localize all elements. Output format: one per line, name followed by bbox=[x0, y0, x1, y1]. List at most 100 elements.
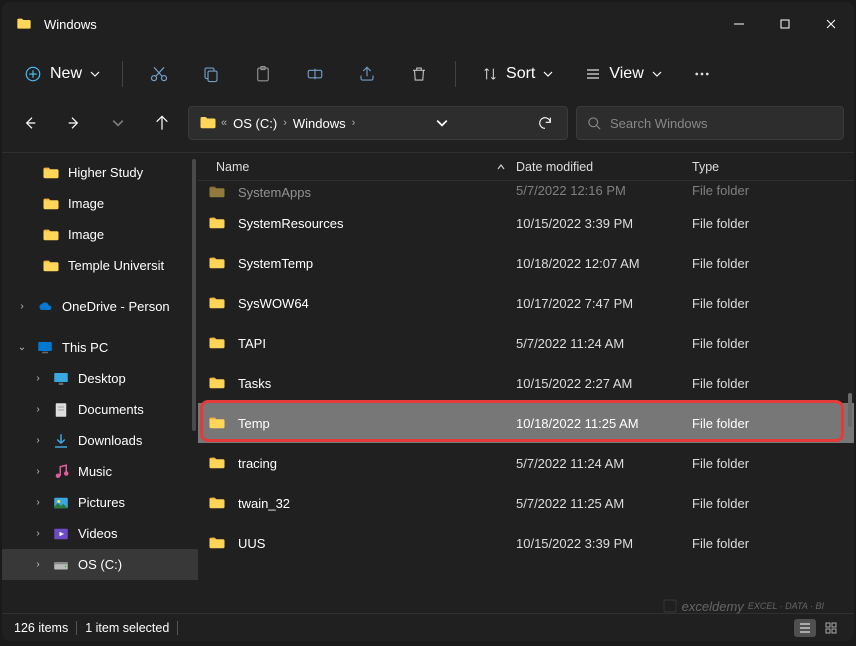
crumb-os[interactable]: OS (C:) bbox=[227, 116, 283, 131]
more-button[interactable] bbox=[682, 54, 722, 94]
chevron-right-icon: › bbox=[16, 301, 28, 312]
sidebar-item-label: OS (C:) bbox=[78, 557, 122, 572]
rename-icon bbox=[306, 65, 324, 83]
search-input[interactable] bbox=[610, 116, 833, 131]
file-list: SystemApps 5/7/2022 12:16 PM File folder… bbox=[198, 181, 854, 613]
rename-button[interactable] bbox=[295, 54, 335, 94]
details-view-button[interactable] bbox=[794, 619, 816, 637]
file-name: UUS bbox=[238, 536, 265, 551]
close-button[interactable] bbox=[808, 2, 854, 46]
new-button[interactable]: New bbox=[12, 59, 112, 89]
folder-icon bbox=[208, 494, 226, 512]
file-row[interactable]: SystemApps 5/7/2022 12:16 PM File folder bbox=[198, 181, 854, 203]
view-label: View bbox=[609, 65, 643, 83]
file-type: File folder bbox=[692, 416, 854, 431]
file-name: tracing bbox=[238, 456, 277, 471]
file-type: File folder bbox=[692, 296, 854, 311]
sidebar-item-label: Videos bbox=[78, 526, 118, 541]
chevron-right-icon: › bbox=[283, 117, 287, 129]
sidebar-thispc-child[interactable]: ›Desktop bbox=[2, 363, 198, 394]
file-row[interactable]: tracing 5/7/2022 11:24 AM File folder bbox=[198, 443, 854, 483]
chevron-down-icon bbox=[543, 69, 553, 79]
file-type: File folder bbox=[692, 256, 854, 271]
paste-button[interactable] bbox=[243, 54, 283, 94]
folder-icon bbox=[42, 257, 60, 275]
folder-icon bbox=[208, 454, 226, 472]
folder-icon bbox=[16, 16, 32, 32]
sidebar-thispc-child[interactable]: ›Videos bbox=[2, 518, 198, 549]
ellipsis-icon bbox=[693, 65, 711, 83]
sidebar-thispc-child[interactable]: ›Pictures bbox=[2, 487, 198, 518]
minimize-button[interactable] bbox=[716, 2, 762, 46]
sidebar-thispc-child[interactable]: ›Documents bbox=[2, 394, 198, 425]
copy-icon bbox=[202, 65, 220, 83]
file-date: 10/15/2022 3:39 PM bbox=[516, 216, 692, 231]
separator bbox=[76, 621, 77, 635]
sidebar-quick-item[interactable]: Higher Study bbox=[2, 157, 198, 188]
sidebar-thispc[interactable]: ⌄This PC bbox=[2, 332, 198, 363]
sort-icon bbox=[482, 66, 498, 82]
file-name: SystemApps bbox=[238, 185, 311, 200]
history-dropdown[interactable] bbox=[426, 117, 458, 129]
sort-button[interactable]: Sort bbox=[472, 59, 563, 89]
folder-icon bbox=[208, 334, 226, 352]
file-row[interactable]: TAPI 5/7/2022 11:24 AM File folder bbox=[198, 323, 854, 363]
sidebar-item-label: This PC bbox=[62, 340, 108, 355]
folder-icon bbox=[42, 226, 60, 244]
refresh-button[interactable] bbox=[529, 115, 561, 131]
sidebar-quick-item[interactable]: Temple Universit bbox=[2, 250, 198, 281]
cut-button[interactable] bbox=[139, 54, 179, 94]
trash-icon bbox=[410, 65, 428, 83]
sidebar-thispc-child[interactable]: ›OS (C:) bbox=[2, 549, 198, 580]
folder-icon bbox=[42, 195, 60, 213]
search-icon bbox=[587, 116, 602, 131]
file-row[interactable]: SysWOW64 10/17/2022 7:47 PM File folder bbox=[198, 283, 854, 323]
window-title: Windows bbox=[44, 17, 716, 32]
sidebar-quick-item[interactable]: Image bbox=[2, 188, 198, 219]
scrollbar[interactable] bbox=[192, 159, 196, 431]
crumb-windows[interactable]: Windows bbox=[287, 116, 352, 131]
sidebar-onedrive[interactable]: ›OneDrive - Person bbox=[2, 291, 198, 322]
file-date: 5/7/2022 12:16 PM bbox=[516, 181, 692, 198]
icons-view-button[interactable] bbox=[820, 619, 842, 637]
sidebar-thispc-child[interactable]: ›Music bbox=[2, 456, 198, 487]
sidebar: Higher StudyImageImageTemple Universit›O… bbox=[2, 153, 198, 613]
chevron-left-icon: « bbox=[221, 117, 227, 129]
folder-icon bbox=[208, 534, 226, 552]
pc-icon bbox=[36, 339, 54, 357]
file-row[interactable]: Tasks 10/15/2022 2:27 AM File folder bbox=[198, 363, 854, 403]
col-date-header[interactable]: Date modified bbox=[516, 160, 692, 174]
sidebar-item-label: Music bbox=[78, 464, 112, 479]
maximize-button[interactable] bbox=[762, 2, 808, 46]
separator bbox=[122, 61, 123, 87]
col-name-header[interactable]: Name bbox=[198, 160, 516, 174]
file-row[interactable]: Temp 10/18/2022 11:25 AM File folder bbox=[198, 403, 854, 443]
file-row[interactable]: twain_32 5/7/2022 11:25 AM File folder bbox=[198, 483, 854, 523]
column-headers: Name Date modified Type bbox=[198, 153, 854, 181]
chevron-down-icon bbox=[90, 69, 100, 79]
sidebar-thispc-child[interactable]: ›Downloads bbox=[2, 425, 198, 456]
col-type-header[interactable]: Type bbox=[692, 160, 854, 174]
recent-button[interactable] bbox=[100, 105, 136, 141]
file-name: Tasks bbox=[238, 376, 271, 391]
search-box[interactable] bbox=[576, 106, 844, 140]
scrollbar[interactable] bbox=[848, 393, 852, 427]
folder-icon bbox=[42, 164, 60, 182]
forward-button[interactable] bbox=[56, 105, 92, 141]
back-button[interactable] bbox=[12, 105, 48, 141]
delete-button[interactable] bbox=[399, 54, 439, 94]
share-button[interactable] bbox=[347, 54, 387, 94]
breadcrumb[interactable]: « OS (C:) › Windows › bbox=[188, 106, 568, 140]
file-row[interactable]: SystemResources 10/15/2022 3:39 PM File … bbox=[198, 203, 854, 243]
sidebar-quick-item[interactable]: Image bbox=[2, 219, 198, 250]
status-bar: 126 items 1 item selected bbox=[2, 613, 854, 641]
file-type: File folder bbox=[692, 336, 854, 351]
copy-button[interactable] bbox=[191, 54, 231, 94]
titlebar: Windows bbox=[2, 2, 854, 46]
up-button[interactable] bbox=[144, 105, 180, 141]
file-row[interactable]: SystemTemp 10/18/2022 12:07 AM File fold… bbox=[198, 243, 854, 283]
file-row[interactable]: UUS 10/15/2022 3:39 PM File folder bbox=[198, 523, 854, 563]
file-date: 5/7/2022 11:24 AM bbox=[516, 336, 692, 351]
selection-count: 1 item selected bbox=[85, 621, 169, 635]
view-button[interactable]: View bbox=[575, 59, 671, 89]
